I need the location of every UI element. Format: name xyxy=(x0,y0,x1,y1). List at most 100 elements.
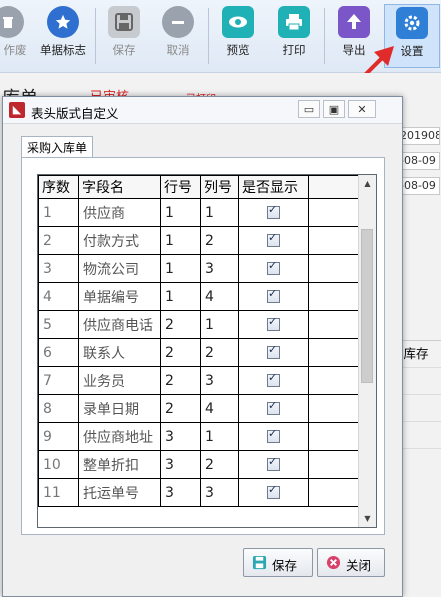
row-seq-cell[interactable]: 7 xyxy=(38,366,79,395)
app-logo-icon: ◣ xyxy=(9,102,25,118)
print-button[interactable]: 打印 xyxy=(266,4,322,68)
row-seq-cell[interactable]: 2 xyxy=(38,226,79,255)
row-seq-cell[interactable]: 9 xyxy=(38,422,79,451)
row-row-cell[interactable]: 2 xyxy=(160,310,201,339)
table-row[interactable]: 11 托运单号 3 3 xyxy=(38,478,359,507)
row-field-name-cell[interactable]: 整单折扣 xyxy=(78,450,161,479)
row-col-cell[interactable]: 2 xyxy=(200,226,239,255)
doc-flag-button[interactable]: 单据标志 xyxy=(34,4,92,68)
row-seq-cell[interactable]: 10 xyxy=(38,450,79,479)
show-checkbox[interactable] xyxy=(267,343,280,359)
row-field-name-cell[interactable]: 联系人 xyxy=(78,338,161,367)
column-header-col[interactable]: 列号 xyxy=(200,175,239,199)
row-col-cell[interactable]: 1 xyxy=(200,422,239,451)
row-empty-cell xyxy=(308,254,359,283)
row-row-cell[interactable]: 2 xyxy=(160,338,201,367)
save-label: 保存 xyxy=(112,43,136,57)
cancel-button[interactable]: 取消 xyxy=(150,4,206,68)
show-checkbox[interactable] xyxy=(267,427,280,443)
row-col-cell[interactable]: 1 xyxy=(200,198,239,227)
row-row-cell[interactable]: 2 xyxy=(160,366,201,395)
row-empty-cell xyxy=(308,310,359,339)
row-seq-cell[interactable]: 11 xyxy=(38,478,79,507)
scrollbar-thumb[interactable] xyxy=(361,229,373,383)
column-header-seq[interactable]: 序数 xyxy=(38,175,79,199)
preview-label: 预览 xyxy=(226,43,250,57)
row-row-cell[interactable]: 3 xyxy=(160,450,201,479)
row-row-cell[interactable]: 2 xyxy=(160,394,201,423)
dialog-close-button[interactable]: 关闭 xyxy=(317,548,385,577)
show-checkbox[interactable] xyxy=(267,399,280,415)
column-header-show[interactable]: 是否显示 xyxy=(238,175,309,199)
table-row[interactable]: 5 供应商电话 2 1 xyxy=(38,310,359,339)
show-checkbox[interactable] xyxy=(267,259,280,275)
row-row-cell[interactable]: 3 xyxy=(160,478,201,507)
trash-icon xyxy=(0,6,24,38)
column-header-row[interactable]: 行号 xyxy=(160,175,201,199)
row-col-cell[interactable]: 2 xyxy=(200,338,239,367)
close-window-button[interactable]: ✕ xyxy=(348,100,376,118)
table-row[interactable]: 9 供应商地址 3 1 xyxy=(38,422,359,451)
show-checkbox[interactable] xyxy=(267,483,280,499)
show-checkbox[interactable] xyxy=(267,371,280,387)
row-row-cell[interactable]: 3 xyxy=(160,422,201,451)
row-empty-cell xyxy=(308,282,359,311)
row-field-name-cell[interactable]: 供应商地址 xyxy=(78,422,161,451)
dialog-save-button[interactable]: 保存 xyxy=(243,548,313,577)
row-field-name-cell[interactable]: 付款方式 xyxy=(78,226,161,255)
column-header-field-name[interactable]: 字段名 xyxy=(78,175,161,199)
scroll-up-icon[interactable]: ▲ xyxy=(359,175,376,192)
void-button[interactable]: 作废 xyxy=(0,4,36,68)
row-row-cell[interactable]: 1 xyxy=(160,282,201,311)
row-row-cell[interactable]: 1 xyxy=(160,254,201,283)
preview-button[interactable]: 预览 xyxy=(210,4,266,68)
table-row[interactable]: 6 联系人 2 2 xyxy=(38,338,359,367)
table-row[interactable]: 7 业务员 2 3 xyxy=(38,366,359,395)
table-row[interactable]: 2 付款方式 1 2 xyxy=(38,226,359,255)
show-checkbox[interactable] xyxy=(267,287,280,303)
show-checkbox[interactable] xyxy=(267,203,280,219)
row-seq-cell[interactable]: 8 xyxy=(38,394,79,423)
row-seq-cell[interactable]: 4 xyxy=(38,282,79,311)
row-field-name-cell[interactable]: 托运单号 xyxy=(78,478,161,507)
row-col-cell[interactable]: 1 xyxy=(200,310,239,339)
show-checkbox[interactable] xyxy=(267,455,280,471)
dialog-titlebar[interactable]: ◣ 表头版式自定义 ▭ ▣ ✕ xyxy=(3,97,402,124)
eye-icon xyxy=(222,6,254,38)
minimize-button[interactable]: ▭ xyxy=(298,100,320,118)
row-col-cell[interactable]: 4 xyxy=(200,282,239,311)
table-row[interactable]: 10 整单折扣 3 2 xyxy=(38,450,359,479)
scroll-down-icon[interactable]: ▼ xyxy=(359,510,376,527)
row-seq-cell[interactable]: 6 xyxy=(38,338,79,367)
row-field-name-cell[interactable]: 录单日期 xyxy=(78,394,161,423)
row-field-name-cell[interactable]: 供应商电话 xyxy=(78,310,161,339)
table-row[interactable]: 1 供应商 1 1 xyxy=(38,198,359,227)
row-col-cell[interactable]: 2 xyxy=(200,450,239,479)
row-field-name-cell[interactable]: 供应商 xyxy=(78,198,161,227)
vertical-scrollbar[interactable]: ▲ ▼ xyxy=(358,175,376,527)
row-show-cell xyxy=(238,394,309,423)
show-checkbox[interactable] xyxy=(267,315,280,331)
row-field-name-cell[interactable]: 业务员 xyxy=(78,366,161,395)
row-empty-cell xyxy=(308,394,359,423)
row-col-cell[interactable]: 3 xyxy=(200,478,239,507)
table-row[interactable]: 4 单据编号 1 4 xyxy=(38,282,359,311)
save-button[interactable]: 保存 xyxy=(96,4,152,68)
gear-icon xyxy=(396,7,428,39)
row-field-name-cell[interactable]: 单据编号 xyxy=(78,282,161,311)
row-seq-cell[interactable]: 5 xyxy=(38,310,79,339)
tab-purchase-inbound[interactable]: 采购入库单 xyxy=(21,136,93,158)
row-seq-cell[interactable]: 1 xyxy=(38,198,79,227)
row-row-cell[interactable]: 1 xyxy=(160,198,201,227)
table-row[interactable]: 3 物流公司 1 3 xyxy=(38,254,359,283)
table-row[interactable]: 8 录单日期 2 4 xyxy=(38,394,359,423)
row-row-cell[interactable]: 1 xyxy=(160,226,201,255)
row-col-cell[interactable]: 3 xyxy=(200,366,239,395)
row-col-cell[interactable]: 4 xyxy=(200,394,239,423)
show-checkbox[interactable] xyxy=(267,231,280,247)
restore-button[interactable]: ▣ xyxy=(323,100,345,118)
row-field-name-cell[interactable]: 物流公司 xyxy=(78,254,161,283)
row-empty-cell xyxy=(308,226,359,255)
row-col-cell[interactable]: 3 xyxy=(200,254,239,283)
row-seq-cell[interactable]: 3 xyxy=(38,254,79,283)
